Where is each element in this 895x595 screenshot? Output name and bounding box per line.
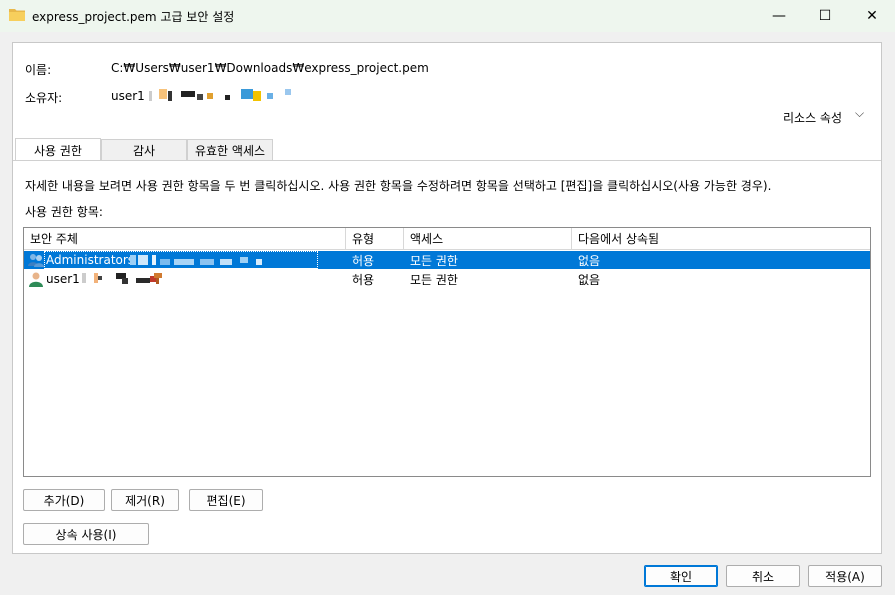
minimize-button[interactable]: —: [756, 0, 802, 32]
column-inherited-from[interactable]: 다음에서 상속됨: [572, 228, 870, 250]
cancel-button[interactable]: 취소: [726, 565, 800, 587]
principal-name: Administrators: [46, 253, 135, 267]
maximize-button[interactable]: ☐: [802, 0, 848, 32]
maximize-icon: ☐: [818, 8, 832, 24]
owner-label: 소유자:: [25, 91, 63, 105]
column-access[interactable]: 액세스: [404, 228, 572, 250]
tab-auditing[interactable]: 감사: [101, 139, 187, 160]
permission-entries-table[interactable]: 보안 주체 유형 액세스 다음에서 상속됨 Administrators 허용 …: [23, 227, 871, 477]
close-icon: ✕: [866, 8, 878, 24]
enable-inheritance-button[interactable]: 상속 사용(I): [23, 523, 149, 545]
group-users-icon: [28, 254, 44, 267]
close-button[interactable]: ✕: [849, 0, 895, 32]
title-bar: express_project.pem 고급 보안 설정 — ☐ ✕: [0, 0, 895, 32]
resource-properties-toggle[interactable]: 리소스 속성: [783, 109, 842, 126]
permission-entries-label: 사용 권한 항목:: [25, 205, 103, 219]
user-icon: [29, 272, 43, 287]
table-row[interactable]: user1 허용 모든 권한 없음: [24, 270, 870, 288]
name-label: 이름:: [25, 63, 52, 77]
settings-panel: 이름: C:₩Users₩user1₩Downloads₩express_pro…: [12, 42, 882, 554]
apply-button[interactable]: 적용(A): [808, 565, 882, 587]
add-button[interactable]: 추가(D): [23, 489, 105, 511]
entry-type: 허용: [352, 253, 375, 268]
table-row[interactable]: Administrators 허용 모든 권한 없음: [24, 251, 870, 270]
entry-inherited-from: 없음: [578, 272, 601, 287]
entry-access: 모든 권한: [410, 253, 458, 268]
folder-icon: [9, 9, 25, 21]
tab-divider: [13, 160, 881, 161]
remove-button[interactable]: 제거(R): [111, 489, 179, 511]
name-value: C:₩Users₩user1₩Downloads₩express_project…: [111, 61, 429, 75]
column-principal[interactable]: 보안 주체: [24, 228, 346, 250]
edit-button[interactable]: 편집(E): [189, 489, 263, 511]
window-title: express_project.pem 고급 보안 설정: [32, 10, 235, 24]
instructions-text: 자세한 내용을 보려면 사용 권한 항목을 두 번 클릭하십시오. 사용 권한 …: [25, 179, 772, 193]
entry-inherited-from: 없음: [578, 253, 601, 268]
minimize-icon: —: [772, 8, 786, 24]
ok-button[interactable]: 확인: [644, 565, 718, 587]
column-type[interactable]: 유형: [346, 228, 404, 250]
tab-effective-access[interactable]: 유효한 액세스: [187, 139, 273, 160]
entry-type: 허용: [352, 272, 375, 287]
owner-value: user1: [111, 89, 145, 103]
entry-access: 모든 권한: [410, 272, 458, 287]
principal-name: user1: [46, 272, 80, 286]
tab-permissions[interactable]: 사용 권한: [15, 138, 101, 161]
chevron-down-icon[interactable]: ⌵: [855, 106, 864, 121]
